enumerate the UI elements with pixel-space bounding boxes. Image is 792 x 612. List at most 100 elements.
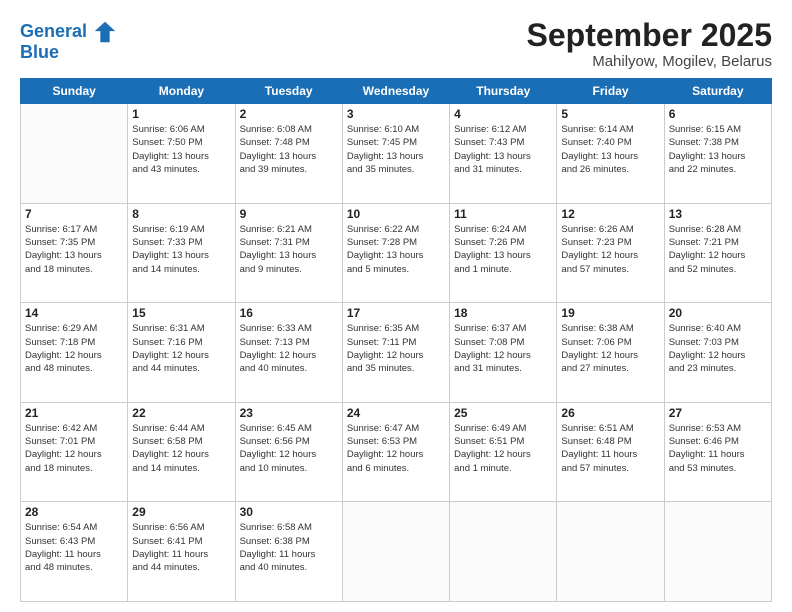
cell-info: Sunrise: 6:06 AM Sunset: 7:50 PM Dayligh… xyxy=(132,123,230,176)
day-of-week-header: Sunday xyxy=(21,79,128,104)
day-number: 4 xyxy=(454,107,552,121)
cell-info: Sunrise: 6:44 AM Sunset: 6:58 PM Dayligh… xyxy=(132,422,230,475)
day-of-week-header: Saturday xyxy=(664,79,771,104)
calendar-cell xyxy=(342,502,449,602)
day-of-week-header: Tuesday xyxy=(235,79,342,104)
calendar-cell: 26Sunrise: 6:51 AM Sunset: 6:48 PM Dayli… xyxy=(557,402,664,502)
day-of-week-header: Thursday xyxy=(450,79,557,104)
calendar-cell: 15 Sunrise: 6:31 AM Sunset: 7:16 PM Dayli… xyxy=(128,303,235,403)
calendar-cell: 9 Sunrise: 6:21 AM Sunset: 7:31 PM Daylig… xyxy=(235,203,342,303)
logo-icon xyxy=(91,18,119,46)
cell-info: Sunrise: 6:37 AM Sunset: 7:08 PM Dayligh… xyxy=(454,322,552,375)
cell-info: Sunrise: 6:56 AM Sunset: 6:41 PM Dayligh… xyxy=(132,521,230,574)
calendar-cell: 24 Sunrise: 6:47 AM Sunset: 6:53 PM Dayli… xyxy=(342,402,449,502)
cell-info: Sunrise: 6:33 AM Sunset: 7:13 PM Dayligh… xyxy=(240,322,338,375)
calendar-table: SundayMondayTuesdayWednesdayThursdayFrid… xyxy=(20,78,772,602)
cell-info: Sunrise: 6:29 AM Sunset: 7:18 PM Dayligh… xyxy=(25,322,123,375)
calendar-cell: 5 Sunrise: 6:14 AM Sunset: 7:40 PM Daylig… xyxy=(557,104,664,204)
calendar-week-row: 7 Sunrise: 6:17 AM Sunset: 7:35 PM Daylig… xyxy=(21,203,772,303)
calendar-cell: 21Sunrise: 6:42 AM Sunset: 7:01 PM Dayli… xyxy=(21,402,128,502)
cell-info: Sunrise: 6:14 AM Sunset: 7:40 PM Dayligh… xyxy=(561,123,659,176)
calendar-title: September 2025 xyxy=(527,18,772,53)
cell-info: Sunrise: 6:35 AM Sunset: 7:11 PM Dayligh… xyxy=(347,322,445,375)
day-number: 19 xyxy=(561,306,659,320)
calendar-header-row: SundayMondayTuesdayWednesdayThursdayFrid… xyxy=(21,79,772,104)
calendar-cell: 1 Sunrise: 6:06 AM Sunset: 7:50 PM Daylig… xyxy=(128,104,235,204)
day-number: 12 xyxy=(561,207,659,221)
cell-info: Sunrise: 6:26 AM Sunset: 7:23 PM Dayligh… xyxy=(561,223,659,276)
cell-info: Sunrise: 6:45 AM Sunset: 6:56 PM Dayligh… xyxy=(240,422,338,475)
calendar-cell: 27 Sunrise: 6:53 AM Sunset: 6:46 PM Dayli… xyxy=(664,402,771,502)
day-number: 26 xyxy=(561,406,659,420)
calendar-cell xyxy=(450,502,557,602)
day-number: 2 xyxy=(240,107,338,121)
day-number: 13 xyxy=(669,207,767,221)
calendar-cell: 11Sunrise: 6:24 AM Sunset: 7:26 PM Dayli… xyxy=(450,203,557,303)
calendar-cell: 12 Sunrise: 6:26 AM Sunset: 7:23 PM Dayli… xyxy=(557,203,664,303)
day-of-week-header: Wednesday xyxy=(342,79,449,104)
title-block: September 2025 Mahilyow, Mogilev, Belaru… xyxy=(527,18,772,70)
cell-info: Sunrise: 6:54 AM Sunset: 6:43 PM Dayligh… xyxy=(25,521,123,574)
cell-info: Sunrise: 6:10 AM Sunset: 7:45 PM Dayligh… xyxy=(347,123,445,176)
day-number: 16 xyxy=(240,306,338,320)
calendar-week-row: 1 Sunrise: 6:06 AM Sunset: 7:50 PM Daylig… xyxy=(21,104,772,204)
day-number: 30 xyxy=(240,505,338,519)
day-of-week-header: Friday xyxy=(557,79,664,104)
page: General Blue September 2025 Mahilyow, Mo… xyxy=(0,0,792,612)
cell-info: Sunrise: 6:15 AM Sunset: 7:38 PM Dayligh… xyxy=(669,123,767,176)
calendar-cell: 2 Sunrise: 6:08 AM Sunset: 7:48 PM Daylig… xyxy=(235,104,342,204)
cell-info: Sunrise: 6:42 AM Sunset: 7:01 PM Dayligh… xyxy=(25,422,123,475)
day-number: 1 xyxy=(132,107,230,121)
day-number: 27 xyxy=(669,406,767,420)
cell-info: Sunrise: 6:53 AM Sunset: 6:46 PM Dayligh… xyxy=(669,422,767,475)
cell-info: Sunrise: 6:12 AM Sunset: 7:43 PM Dayligh… xyxy=(454,123,552,176)
logo-text: General xyxy=(20,22,87,42)
cell-info: Sunrise: 6:40 AM Sunset: 7:03 PM Dayligh… xyxy=(669,322,767,375)
day-number: 5 xyxy=(561,107,659,121)
cell-info: Sunrise: 6:47 AM Sunset: 6:53 PM Dayligh… xyxy=(347,422,445,475)
day-number: 28 xyxy=(25,505,123,519)
calendar-cell: 19Sunrise: 6:38 AM Sunset: 7:06 PM Dayli… xyxy=(557,303,664,403)
day-number: 23 xyxy=(240,406,338,420)
cell-info: Sunrise: 6:49 AM Sunset: 6:51 PM Dayligh… xyxy=(454,422,552,475)
calendar-cell: 6 Sunrise: 6:15 AM Sunset: 7:38 PM Daylig… xyxy=(664,104,771,204)
day-number: 17 xyxy=(347,306,445,320)
calendar-cell: 13 Sunrise: 6:28 AM Sunset: 7:21 PM Dayli… xyxy=(664,203,771,303)
day-number: 10 xyxy=(347,207,445,221)
cell-info: Sunrise: 6:08 AM Sunset: 7:48 PM Dayligh… xyxy=(240,123,338,176)
cell-info: Sunrise: 6:19 AM Sunset: 7:33 PM Dayligh… xyxy=(132,223,230,276)
calendar-cell: 28 Sunrise: 6:54 AM Sunset: 6:43 PM Dayli… xyxy=(21,502,128,602)
day-of-week-header: Monday xyxy=(128,79,235,104)
calendar-cell xyxy=(557,502,664,602)
day-number: 8 xyxy=(132,207,230,221)
day-number: 6 xyxy=(669,107,767,121)
calendar-cell: 16 Sunrise: 6:33 AM Sunset: 7:13 PM Dayli… xyxy=(235,303,342,403)
day-number: 15 xyxy=(132,306,230,320)
calendar-week-row: 28 Sunrise: 6:54 AM Sunset: 6:43 PM Dayli… xyxy=(21,502,772,602)
cell-info: Sunrise: 6:24 AM Sunset: 7:26 PM Dayligh… xyxy=(454,223,552,276)
calendar-cell: 4 Sunrise: 6:12 AM Sunset: 7:43 PM Daylig… xyxy=(450,104,557,204)
day-number: 20 xyxy=(669,306,767,320)
day-number: 9 xyxy=(240,207,338,221)
day-number: 22 xyxy=(132,406,230,420)
cell-info: Sunrise: 6:31 AM Sunset: 7:16 PM Dayligh… xyxy=(132,322,230,375)
calendar-cell: 30 Sunrise: 6:58 AM Sunset: 6:38 PM Dayli… xyxy=(235,502,342,602)
calendar-cell: 8 Sunrise: 6:19 AM Sunset: 7:33 PM Daylig… xyxy=(128,203,235,303)
cell-info: Sunrise: 6:17 AM Sunset: 7:35 PM Dayligh… xyxy=(25,223,123,276)
cell-info: Sunrise: 6:21 AM Sunset: 7:31 PM Dayligh… xyxy=(240,223,338,276)
header: General Blue September 2025 Mahilyow, Mo… xyxy=(20,18,772,70)
day-number: 7 xyxy=(25,207,123,221)
calendar-cell: 20 Sunrise: 6:40 AM Sunset: 7:03 PM Dayli… xyxy=(664,303,771,403)
calendar-location: Mahilyow, Mogilev, Belarus xyxy=(527,53,772,70)
day-number: 24 xyxy=(347,406,445,420)
logo: General Blue xyxy=(20,18,119,63)
calendar-cell: 23 Sunrise: 6:45 AM Sunset: 6:56 PM Dayli… xyxy=(235,402,342,502)
calendar-cell: 3Sunrise: 6:10 AM Sunset: 7:45 PM Daylig… xyxy=(342,104,449,204)
day-number: 14 xyxy=(25,306,123,320)
cell-info: Sunrise: 6:28 AM Sunset: 7:21 PM Dayligh… xyxy=(669,223,767,276)
cell-info: Sunrise: 6:58 AM Sunset: 6:38 PM Dayligh… xyxy=(240,521,338,574)
calendar-cell: 22 Sunrise: 6:44 AM Sunset: 6:58 PM Dayli… xyxy=(128,402,235,502)
cell-info: Sunrise: 6:22 AM Sunset: 7:28 PM Dayligh… xyxy=(347,223,445,276)
calendar-cell: 25Sunrise: 6:49 AM Sunset: 6:51 PM Dayli… xyxy=(450,402,557,502)
calendar-cell: 17 Sunrise: 6:35 AM Sunset: 7:11 PM Dayli… xyxy=(342,303,449,403)
